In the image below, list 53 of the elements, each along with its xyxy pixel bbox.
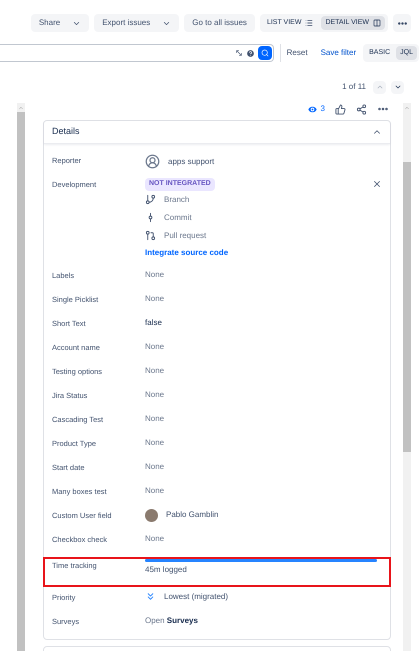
save-filter-link[interactable]: Save filter [320,47,356,59]
help-icon[interactable] [246,48,255,58]
pagination-count: 1 of 11 [342,81,366,93]
field-value: None [145,486,164,494]
pull-request-icon [145,230,156,242]
scrollbar[interactable] [17,103,25,651]
priority-value: Lowest (migrated) [164,590,228,602]
toolbar-button[interactable]: Go to all issues [184,14,255,32]
field-value: None [145,534,164,542]
search-button[interactable] [258,46,272,60]
field-value: None [145,294,164,302]
time-logged: 45m logged [145,564,188,576]
close-icon[interactable] [372,179,382,190]
section-title[interactable]: Details [52,125,80,139]
user-name[interactable]: apps support [168,156,214,168]
field-value: false [145,318,162,326]
search-field[interactable] [0,44,274,62]
integrate-link[interactable]: Integrate source code [145,246,228,258]
dev-item-label[interactable]: Branch [164,194,190,206]
user-avatar-icon [145,154,160,169]
next-button[interactable] [391,80,404,94]
field-value: None [145,438,164,446]
expand-icon[interactable] [234,49,243,57]
field-value: None [145,414,164,422]
branch-icon [145,194,156,206]
scroll-thumb[interactable] [403,162,411,452]
chevron-down-icon [394,83,402,91]
avatar-placeholder [145,508,158,522]
field-value: None [145,462,164,470]
chevron-up-icon [376,83,384,91]
field-value: None [145,366,164,374]
columns-icon [373,19,381,27]
share-icon[interactable] [356,104,367,114]
field-value: None [145,270,164,278]
field-value: None [145,390,164,398]
toolbar-button[interactable]: Share [30,14,90,32]
dev-item-label[interactable]: Pull request [164,230,206,242]
more-button[interactable] [393,14,411,32]
list-icon [305,19,314,27]
eye-icon[interactable] [306,104,318,114]
field-value: None [145,342,164,350]
scrollbar[interactable] [403,103,411,651]
priority-lowest-icon [145,591,156,602]
scroll-up-icon [18,104,24,110]
dev-item-label[interactable]: Commit [164,212,192,224]
scroll-up-icon [404,104,410,110]
user-name[interactable]: Pablo Gamblin [166,509,218,521]
field-value: Open Surveys [145,616,198,624]
toolbar-button[interactable]: Export issues [94,14,180,32]
watcher-count[interactable]: 3 [320,103,325,115]
thumbs-up-icon[interactable] [335,104,346,114]
search-icon [260,49,269,57]
reset-button[interactable]: Reset [286,47,308,59]
